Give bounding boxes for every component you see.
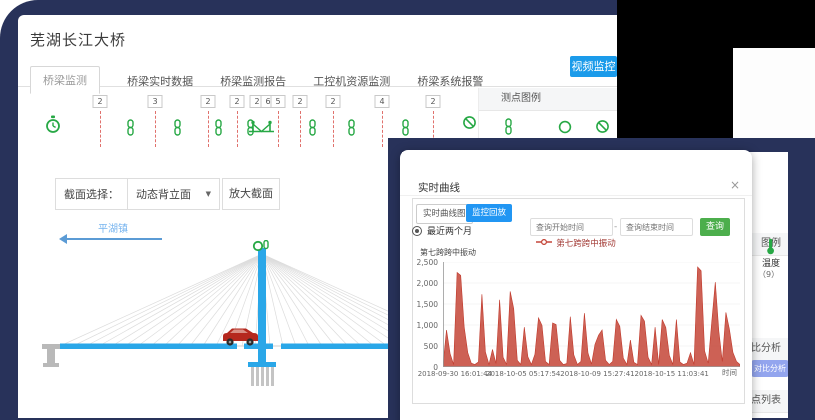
legend-marker-icon xyxy=(536,238,552,249)
sensor-dashed-line xyxy=(333,111,334,147)
sensor-dashed-line xyxy=(100,111,101,147)
tab-realtime-curve[interactable]: 实时曲线图 xyxy=(416,204,473,224)
sensor-count-badge: 2 xyxy=(326,95,341,108)
sensor-count-badge: 3 xyxy=(148,95,163,108)
y-tick-label: 2,500 xyxy=(404,258,438,267)
section-select-group: 截面选择： 动态背立面 ▼ xyxy=(55,178,220,210)
chain-sensor xyxy=(172,119,183,140)
legend-panel-title: 测点图例 xyxy=(479,93,541,104)
x-tick-label: 2018-09-30 16:01:44 xyxy=(418,370,492,378)
chain-icon xyxy=(172,119,183,136)
no-entry-icon xyxy=(595,119,610,134)
sensor-count-badge: 2 xyxy=(426,95,441,108)
left-pier xyxy=(42,344,60,367)
chain-icon xyxy=(503,118,514,135)
tab-system-alarm[interactable]: 桥梁系统报警 xyxy=(417,73,483,89)
y-tick-label: 1,500 xyxy=(404,300,438,309)
chart-title: 第七跨跨中振动 xyxy=(420,247,476,258)
recent-two-months-radio[interactable]: 最近两个月 xyxy=(412,224,472,237)
modal-header-divider xyxy=(400,195,752,196)
page-title: 芜湖长江大桥 xyxy=(30,29,126,50)
y-tick-label: 2,000 xyxy=(404,279,438,288)
sensor-count-badge: 2 xyxy=(93,95,108,108)
realtime-curve-modal: 实时曲线 × 实时曲线图 监控回放 最近两个月 - 查询 第七跨跨中振动 第七跨… xyxy=(400,150,752,420)
sensor-dashed-line xyxy=(278,111,279,147)
y-tick-label: 500 xyxy=(404,342,438,351)
x-tick-label: 2018-10-09 15:27:41 xyxy=(560,370,634,378)
chain-icon xyxy=(307,119,318,136)
tab-ipc-resource[interactable]: 工控机资源监测 xyxy=(313,73,390,89)
car xyxy=(223,329,258,346)
chart-x-axis-name: 时间 xyxy=(722,367,737,378)
x-tick-label: 2018-10-15 11:03:41 xyxy=(635,370,709,378)
chain-icon xyxy=(213,119,224,136)
sensor-dashed-line xyxy=(208,111,209,147)
stopwatch-icon xyxy=(45,115,61,138)
modal-title: 实时曲线 xyxy=(418,180,460,195)
tab-monitor-report[interactable]: 桥梁监测报告 xyxy=(220,73,286,89)
vibration-chart xyxy=(443,262,740,367)
chain-icon xyxy=(125,119,136,136)
chain-sensor xyxy=(307,119,318,140)
section-select-dropdown[interactable]: 动态背立面 ▼ xyxy=(127,179,219,209)
range-separator: - xyxy=(614,222,617,232)
sensor-dashed-line xyxy=(382,111,383,147)
x-tick-label: 2018-10-05 05:17:54 xyxy=(486,370,560,378)
tower-top-sensor-icon xyxy=(254,241,268,251)
zoom-section-button[interactable]: 放大截面 xyxy=(222,178,280,210)
chain-sensor xyxy=(346,119,357,140)
sensor-count-badge: 2 xyxy=(201,95,216,108)
chain-icon xyxy=(245,119,256,136)
sensor-dashed-line xyxy=(155,111,156,147)
bridge-left-place-label: 平湖镇 xyxy=(98,220,128,235)
sensor-dashed-line xyxy=(300,111,301,147)
compare-analysis-button[interactable]: 对比分析 xyxy=(751,360,788,377)
video-monitor-button[interactable]: 视频监控 xyxy=(570,56,617,77)
sensor-count-badge: 2 xyxy=(293,95,308,108)
tab-monitor-playback[interactable]: 监控回放 xyxy=(466,204,512,222)
tab-bridge-monitor[interactable]: 桥梁监测 xyxy=(30,66,100,94)
section-select-label: 截面选择： xyxy=(56,186,127,202)
temperature-count: （9） xyxy=(758,269,779,280)
sensor-count-badge: 4 xyxy=(375,95,390,108)
sensor-dashed-line xyxy=(237,111,238,147)
circle-sensor-icon xyxy=(558,120,572,134)
sensor-count-badge: 5 xyxy=(271,95,286,108)
chain-sensor xyxy=(400,119,411,140)
chevron-down-icon: ▼ xyxy=(206,190,211,198)
tower-foundation xyxy=(248,362,276,386)
radio-label: 最近两个月 xyxy=(427,224,472,237)
chain-icon xyxy=(400,119,411,136)
section-select-value: 动态背立面 xyxy=(136,186,191,202)
no-entry-icon xyxy=(462,115,477,130)
tab-realtime-data[interactable]: 桥梁实时数据 xyxy=(127,73,193,89)
close-icon[interactable]: × xyxy=(730,179,740,191)
temperature-label: 温度 xyxy=(762,256,780,269)
chain-sensor xyxy=(213,119,224,140)
radio-dot-icon xyxy=(412,226,422,236)
white-backdrop-patch xyxy=(733,48,815,138)
start-time-input[interactable] xyxy=(530,218,613,236)
chain-sensor xyxy=(125,119,136,140)
query-button[interactable]: 查询 xyxy=(700,218,730,236)
y-tick-label: 1,000 xyxy=(404,321,438,330)
black-backdrop-block-2 xyxy=(617,0,733,143)
sensor-count-badge: 2 xyxy=(230,95,245,108)
screenshot-stage: 芜湖长江大桥 桥梁监测 桥梁实时数据 桥梁监测报告 工控机资源监测 桥梁系统报警… xyxy=(0,0,815,420)
legend-text: 第七跨跨中振动 xyxy=(556,239,616,249)
chain-icon xyxy=(346,119,357,136)
end-time-input[interactable] xyxy=(620,218,693,236)
chain-sensor xyxy=(245,119,256,140)
